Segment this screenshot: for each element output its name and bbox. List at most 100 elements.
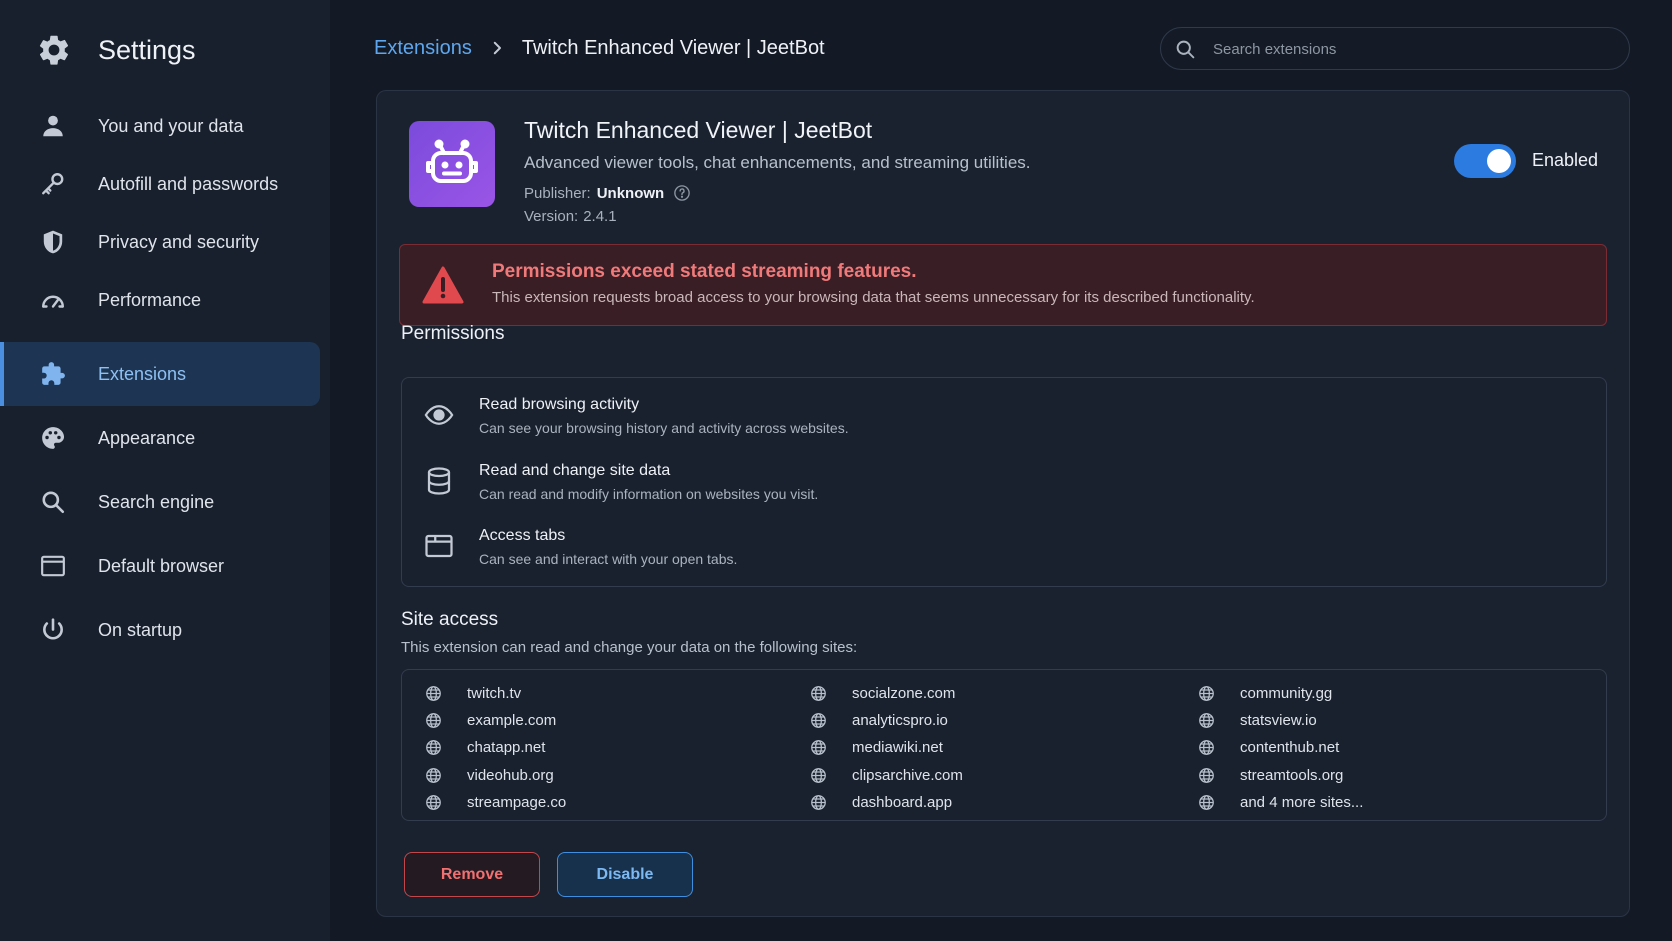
- sidebar-item-label: Autofill and passwords: [98, 173, 279, 194]
- publisher-value: Unknown: [596, 184, 665, 202]
- globe-icon: [425, 794, 442, 811]
- globe-icon: [810, 685, 827, 702]
- site-domain: statsview.io: [1240, 711, 1317, 729]
- robot-icon: [422, 134, 482, 194]
- person-icon: [40, 113, 66, 139]
- warning-triangle-icon: [422, 265, 464, 305]
- site-item: example.com: [425, 709, 556, 731]
- breadcrumb-current: Twitch Enhanced Viewer | JeetBot: [521, 36, 825, 59]
- globe-icon: [1198, 794, 1215, 811]
- sidebar-item-extensions[interactable]: Extensions: [0, 342, 320, 406]
- enabled-toggle[interactable]: [1454, 144, 1516, 178]
- site-item-more[interactable]: and 4 more sites...: [1198, 791, 1363, 813]
- sidebar-item-default-browser[interactable]: Default browser: [0, 534, 320, 598]
- site-item: mediawiki.net: [810, 736, 943, 758]
- power-icon: [40, 617, 66, 643]
- version-value: 2.4.1: [583, 208, 617, 225]
- site-item: clipsarchive.com: [810, 764, 963, 786]
- permissions-warning-banner: Permissions exceed stated streaming feat…: [399, 244, 1607, 326]
- chevron-right-icon: [488, 39, 506, 57]
- site-item: videohub.org: [425, 764, 554, 786]
- extension-logo: [409, 121, 495, 207]
- site-item: streamtools.org: [1198, 764, 1343, 786]
- help-circle-icon[interactable]: [673, 184, 691, 202]
- globe-icon: [1198, 739, 1215, 756]
- sidebar-item-appearance[interactable]: Appearance: [0, 406, 320, 470]
- more-sites-link: and 4 more sites...: [1240, 793, 1364, 811]
- sidebar-item-search-engine[interactable]: Search engine: [0, 470, 320, 534]
- search-bar: [1160, 27, 1630, 70]
- permission-item: Access tabs Can see and interact with yo…: [402, 527, 1602, 587]
- sidebar-item-you-and-your-data[interactable]: You and your data: [0, 94, 320, 158]
- globe-icon: [425, 712, 442, 729]
- sidebar-item-label: Privacy and security: [98, 231, 260, 252]
- site-item: analyticspro.io: [810, 709, 948, 731]
- site-item: socialzone.com: [810, 682, 955, 704]
- site-domain: streampage.co: [467, 793, 567, 811]
- eye-icon: [424, 400, 454, 430]
- publisher-label: Publisher:: [524, 184, 591, 202]
- enabled-toggle-label: Enabled: [1532, 150, 1599, 170]
- permissions-list: Read browsing activity Can see your brow…: [401, 377, 1607, 587]
- permission-title: Read and change site data: [479, 462, 671, 479]
- globe-icon: [810, 739, 827, 756]
- site-domain: twitch.tv: [467, 684, 522, 702]
- database-icon: [424, 466, 454, 496]
- permission-description: Can read and modify information on websi…: [479, 486, 819, 502]
- permission-description: Can see your browsing history and activi…: [479, 420, 849, 436]
- permission-title: Read browsing activity: [479, 396, 640, 413]
- extension-name: Twitch Enhanced Viewer | JeetBot: [524, 117, 873, 143]
- settings-title: Settings: [98, 34, 196, 65]
- browser-window-icon: [40, 553, 66, 579]
- permissions-heading: Permissions: [401, 323, 505, 344]
- disable-button[interactable]: Disable: [557, 852, 693, 897]
- version-label: Version:: [524, 208, 579, 225]
- shield-icon: [40, 229, 66, 255]
- sidebar-item-performance[interactable]: Performance: [0, 268, 320, 332]
- palette-icon: [40, 425, 66, 451]
- sidebar-item-label: You and your data: [98, 115, 244, 136]
- sidebar-item-label: Appearance: [98, 427, 196, 448]
- globe-icon: [810, 712, 827, 729]
- permission-description: Can see and interact with your open tabs…: [479, 551, 738, 567]
- site-item: streampage.co: [425, 791, 566, 813]
- permission-item: Read browsing activity Can see your brow…: [402, 396, 1602, 456]
- sidebar-item-label: On startup: [98, 619, 183, 640]
- globe-icon: [810, 794, 827, 811]
- gear-icon: [36, 32, 72, 68]
- site-item: community.gg: [1198, 682, 1332, 704]
- site-domain: socialzone.com: [852, 684, 956, 702]
- globe-icon: [425, 767, 442, 784]
- site-item: contenthub.net: [1198, 736, 1339, 758]
- gauge-icon: [40, 287, 66, 313]
- globe-icon: [1198, 712, 1215, 729]
- sidebar-header: Settings: [36, 30, 196, 70]
- breadcrumb-extensions-link[interactable]: Extensions: [374, 37, 472, 60]
- warning-text: This extension requests broad access to …: [492, 289, 1255, 306]
- site-item: twitch.tv: [425, 682, 521, 704]
- site-domain: community.gg: [1240, 684, 1333, 702]
- extension-details-card: Twitch Enhanced Viewer | JeetBot Advance…: [376, 90, 1630, 917]
- globe-icon: [1198, 685, 1215, 702]
- breadcrumb: Extensions Twitch Enhanced Viewer | Jeet…: [374, 34, 825, 62]
- remove-button[interactable]: Remove: [404, 852, 540, 897]
- sidebar-item-on-startup[interactable]: On startup: [0, 598, 320, 662]
- extension-description: Advanced viewer tools, chat enhancements…: [524, 153, 1031, 172]
- site-item: statsview.io: [1198, 709, 1317, 731]
- sidebar-item-privacy-and-security[interactable]: Privacy and security: [0, 210, 320, 274]
- tab-window-icon: [424, 531, 454, 561]
- search-icon: [40, 489, 66, 515]
- site-domain: analyticspro.io: [852, 711, 948, 729]
- globe-icon: [1198, 767, 1215, 784]
- sidebar-item-autofill-and-passwords[interactable]: Autofill and passwords: [0, 152, 320, 216]
- site-access-subtitle: This extension can read and change your …: [401, 639, 858, 656]
- extension-publisher: Publisher: Unknown: [524, 184, 691, 202]
- globe-icon: [425, 685, 442, 702]
- site-access-heading: Site access: [401, 609, 499, 630]
- key-icon: [40, 171, 66, 197]
- site-domain: example.com: [467, 711, 557, 729]
- extension-version: Version: 2.4.1: [524, 208, 617, 225]
- permission-item: Read and change site data Can read and m…: [402, 462, 1602, 522]
- search-extensions-input[interactable]: [1213, 36, 1613, 62]
- puzzle-icon: [40, 361, 66, 387]
